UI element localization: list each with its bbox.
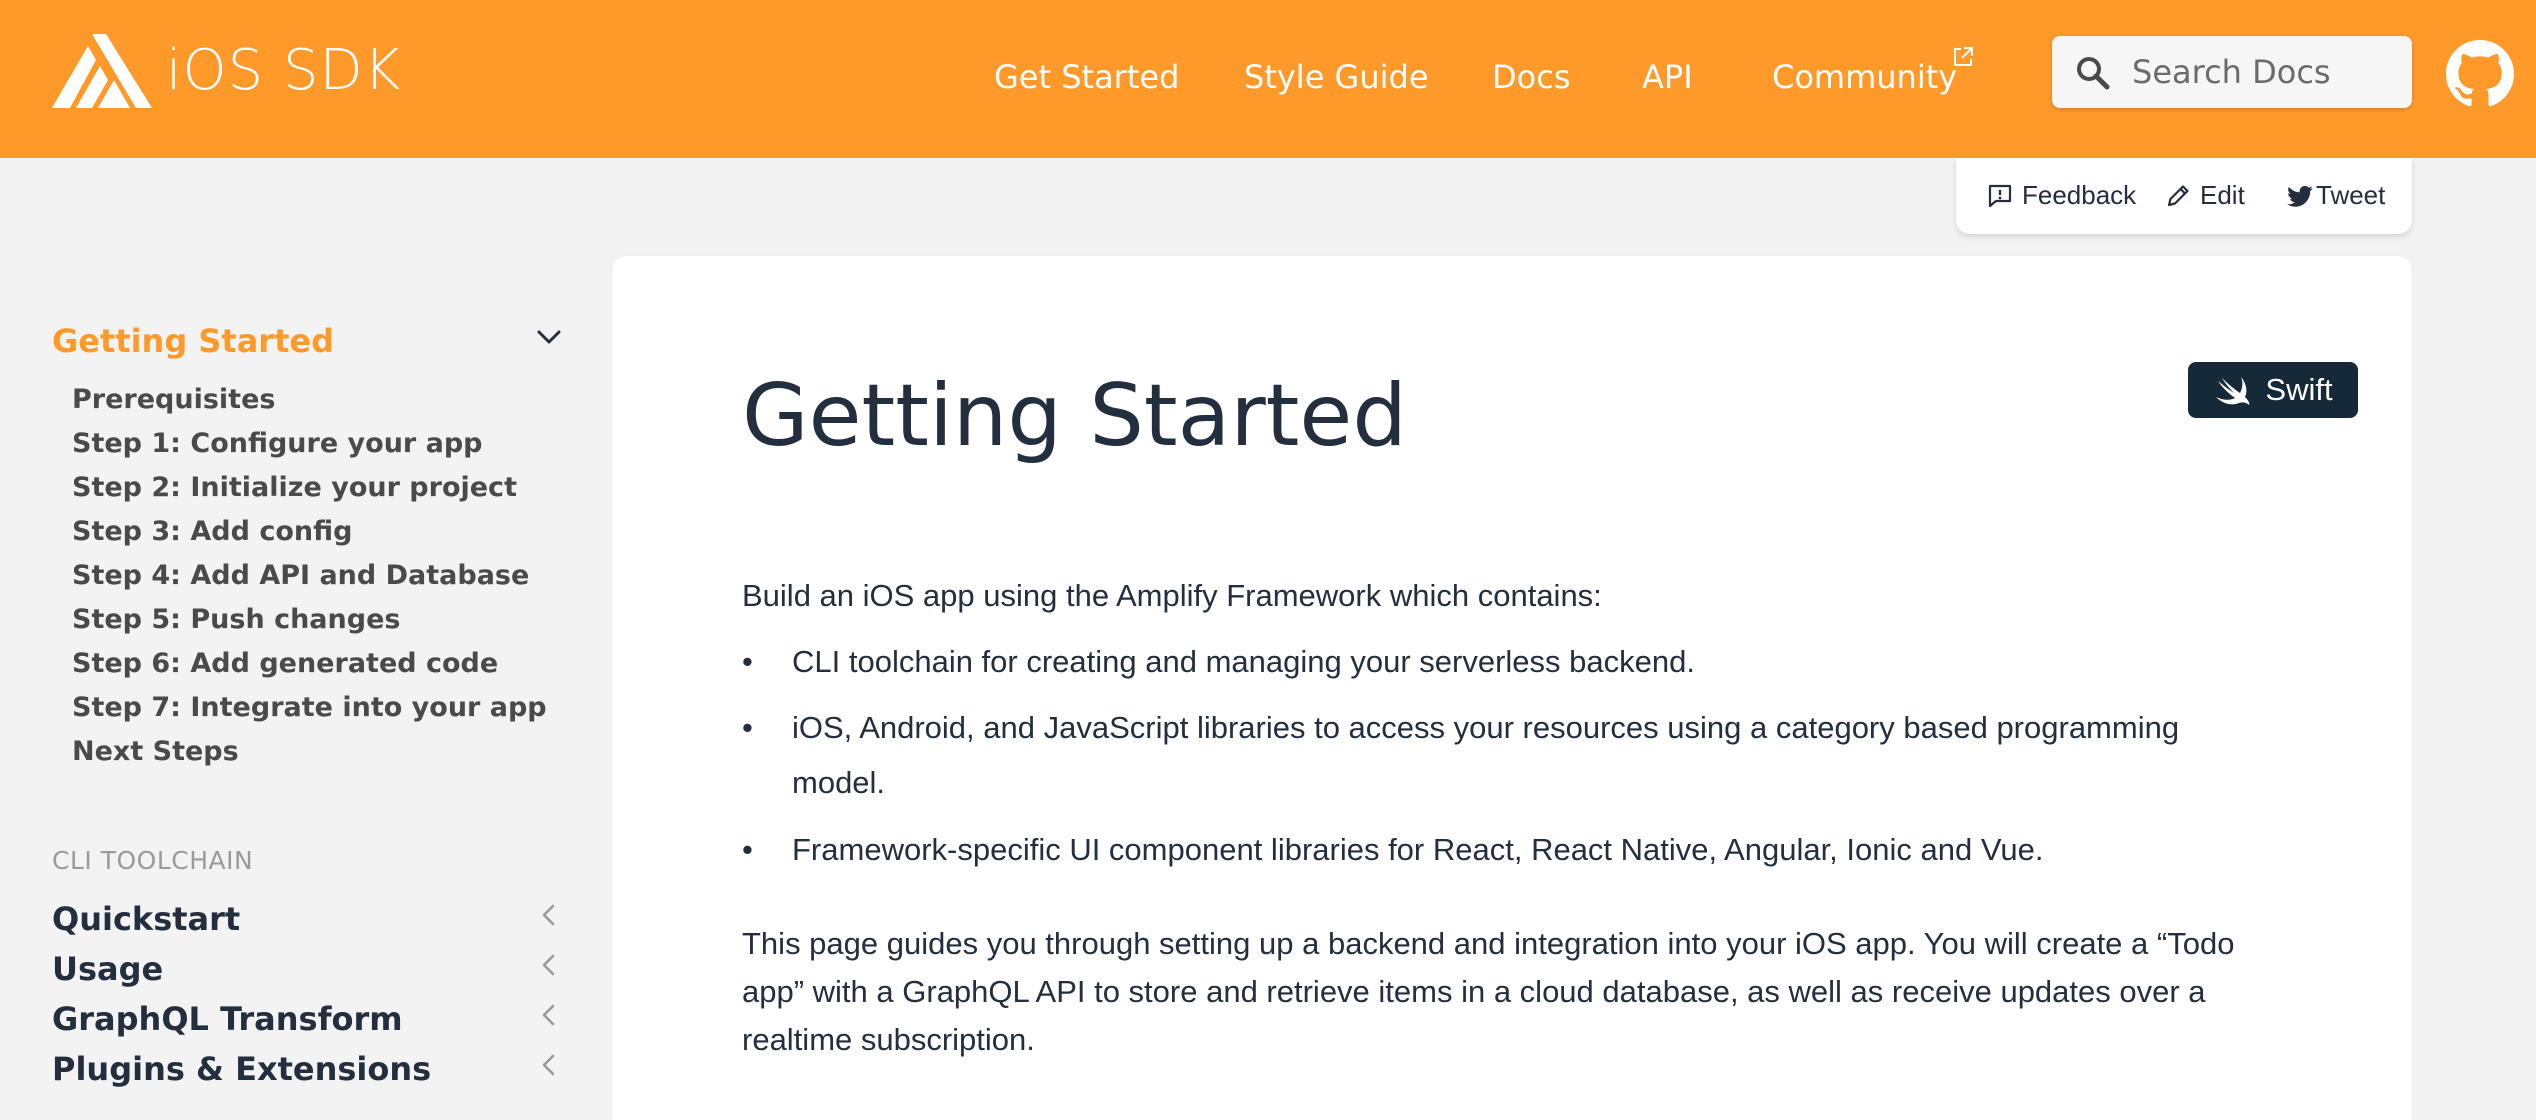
pencil-icon bbox=[2167, 184, 2189, 206]
nav-community[interactable]: Community bbox=[1772, 58, 1957, 96]
nav-get-started[interactable]: Get Started bbox=[994, 58, 1179, 96]
chevron-left-icon[interactable] bbox=[534, 950, 564, 980]
bullet-dot: • bbox=[742, 832, 753, 867]
sidebar-group-plugins-extensions[interactable]: Plugins & Extensions bbox=[52, 1050, 431, 1088]
edit-label: Edit bbox=[2200, 180, 2245, 210]
external-link-icon bbox=[1954, 47, 1973, 66]
chevron-left-icon[interactable] bbox=[534, 1000, 564, 1030]
swift-label: Swift bbox=[2265, 372, 2333, 407]
nav-docs[interactable]: Docs bbox=[1492, 58, 1570, 96]
search-icon bbox=[2077, 57, 2110, 90]
guide-paragraph: This page guides you through setting up … bbox=[742, 926, 2235, 1057]
list-item-text: iOS, Android, and JavaScript libraries t… bbox=[792, 710, 2180, 800]
platform-swift-badge[interactable]: Swift bbox=[2188, 362, 2358, 418]
chevron-down-icon[interactable] bbox=[534, 322, 564, 352]
nav-style-guide[interactable]: Style Guide bbox=[1244, 58, 1429, 96]
bullet-dot: • bbox=[742, 710, 753, 745]
sidebar-group-graphql-transform[interactable]: GraphQL Transform bbox=[52, 1000, 403, 1038]
list-item-text: CLI toolchain for creating and managing … bbox=[792, 644, 1695, 679]
sidebar-item-step-7[interactable]: Step 7: Integrate into your app bbox=[72, 692, 547, 723]
feedback-toolbar: Feedback Edit Tweet bbox=[1956, 158, 2412, 234]
page-title: Getting Started bbox=[742, 366, 1407, 466]
search-input[interactable] bbox=[2132, 50, 2402, 94]
github-icon[interactable] bbox=[2446, 40, 2514, 108]
tweet-button[interactable]: Tweet bbox=[2286, 180, 2385, 211]
swift-icon bbox=[2216, 377, 2250, 405]
chevron-left-icon[interactable] bbox=[534, 900, 564, 930]
sidebar-item-step-4[interactable]: Step 4: Add API and Database bbox=[72, 560, 529, 591]
sidebar-section-getting-started[interactable]: Getting Started bbox=[52, 322, 334, 360]
bullet-dot: • bbox=[742, 644, 753, 679]
sidebar-item-step-1[interactable]: Step 1: Configure your app bbox=[72, 428, 483, 459]
intro-paragraph: Build an iOS app using the Amplify Frame… bbox=[742, 578, 1602, 613]
sidebar-group-usage[interactable]: Usage bbox=[52, 950, 163, 988]
sidebar-item-step-5[interactable]: Step 5: Push changes bbox=[72, 604, 400, 635]
twitter-icon bbox=[2287, 185, 2313, 207]
edit-button[interactable]: Edit bbox=[2164, 180, 2245, 211]
feedback-label: Feedback bbox=[2022, 180, 2137, 210]
sidebar-category-label: CLI TOOLCHAIN bbox=[52, 846, 254, 875]
search-box[interactable] bbox=[2052, 36, 2412, 108]
chevron-left-icon[interactable] bbox=[534, 1050, 564, 1080]
nav-api[interactable]: API bbox=[1642, 58, 1693, 96]
sidebar-item-step-2[interactable]: Step 2: Initialize your project bbox=[72, 472, 517, 503]
feedback-button[interactable]: Feedback bbox=[1986, 180, 2136, 211]
feedback-icon bbox=[1988, 184, 2012, 207]
list-item-text: Framework-specific UI component librarie… bbox=[792, 832, 2044, 867]
sidebar-group-quickstart[interactable]: Quickstart bbox=[52, 900, 240, 938]
sidebar-item-step-3[interactable]: Step 3: Add config bbox=[72, 516, 352, 547]
top-header: iOS SDK Get Started Style Guide Docs API… bbox=[0, 0, 2536, 158]
list-item: • CLI toolchain for creating and managin… bbox=[742, 634, 2222, 689]
brand-title[interactable]: iOS SDK bbox=[166, 38, 401, 103]
amplify-logo-icon[interactable] bbox=[52, 34, 152, 108]
sidebar-item-step-6[interactable]: Step 6: Add generated code bbox=[72, 648, 498, 679]
tweet-label: Tweet bbox=[2316, 180, 2386, 210]
content-card: Getting Started Swift Build an iOS app u… bbox=[612, 256, 2412, 1120]
sidebar-item-next-steps[interactable]: Next Steps bbox=[72, 736, 239, 767]
list-item: • iOS, Android, and JavaScript libraries… bbox=[742, 700, 2222, 810]
sidebar-item-prerequisites[interactable]: Prerequisites bbox=[72, 384, 275, 415]
list-item: • Framework-specific UI component librar… bbox=[742, 822, 2222, 877]
